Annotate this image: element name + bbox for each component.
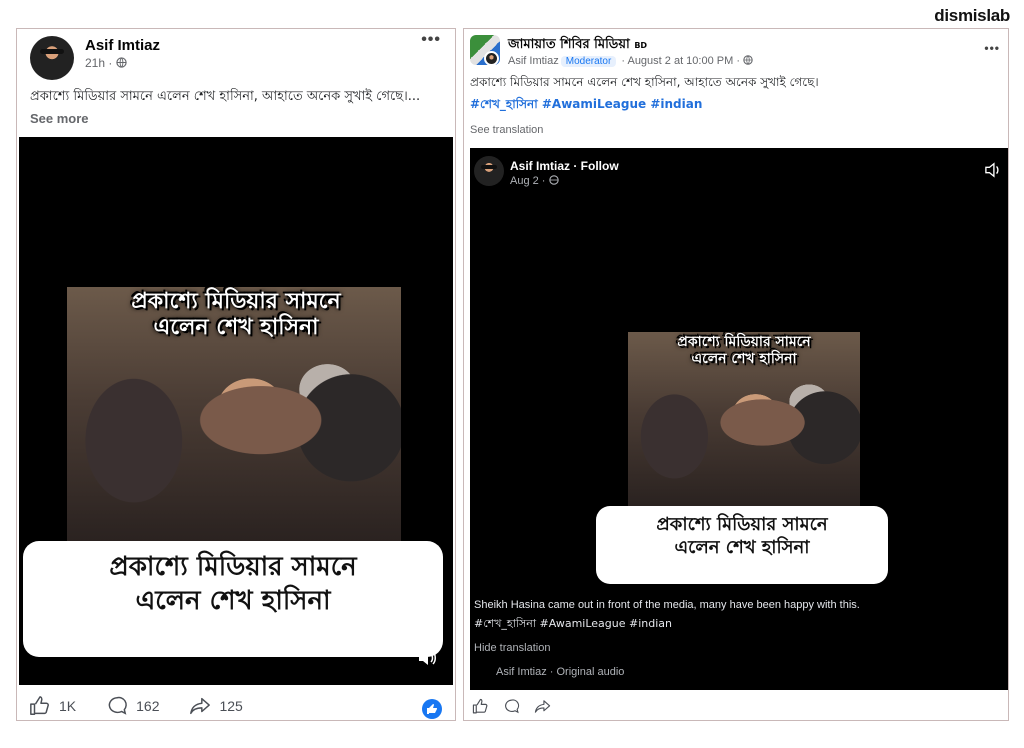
moderator-badge: Moderator — [560, 56, 617, 67]
video-title-line1: প্রকাশ্যে মিডিয়ার সামনে — [131, 289, 341, 314]
like-icon — [30, 696, 49, 715]
reel-time-text: Aug 2 · — [510, 175, 549, 187]
share-count: 125 — [219, 698, 243, 714]
group-suffix: BD — [634, 41, 648, 50]
group-name-text: জামায়াত শিবির মিডিয়া — [508, 37, 630, 52]
reel-title-line2: এলেন শেখ হাসিনা — [691, 350, 797, 367]
post-time[interactable]: 21h · — [85, 56, 116, 70]
video-title: প্রকাশ্যে মিডিয়ার সামনে এলেন শেখ হাসিনা — [19, 289, 453, 342]
comment-button[interactable]: 162 — [106, 695, 159, 717]
like-count: 1K — [59, 698, 77, 714]
video-player[interactable]: প্রকাশ্যে মিডিয়ার সামনে এলেন শেখ হাসিনা… — [19, 137, 453, 685]
reel-player[interactable]: Asif Imtiaz · Follow Aug 2 · প্রকাশ্যে ম… — [470, 148, 1008, 690]
comment-icon — [108, 696, 127, 715]
post-hashtags: #শেখ_হাসিনা #AwamiLeague #indian — [470, 95, 702, 113]
reel-caption: প্রকাশ্যে মিডিয়ার সামনে এলেন শেখ হাসিনা — [596, 506, 888, 584]
reel-caption-line2: এলেন শেখ হাসিনা — [674, 537, 810, 559]
globe-icon — [743, 55, 753, 65]
reaction-bar: 1K 162 125 — [29, 695, 273, 717]
hide-translation-link[interactable]: Hide translation — [474, 642, 550, 654]
post-time[interactable]: · August 2 at 10:00 PM · — [618, 55, 743, 67]
reel-author[interactable]: Asif Imtiaz · Follow — [510, 159, 619, 173]
post-meta: 21h · — [85, 56, 127, 70]
author-name[interactable]: Asif Imtiaz — [85, 37, 160, 54]
sound-icon[interactable] — [984, 162, 1002, 182]
author-avatar[interactable] — [30, 36, 74, 80]
translation-text: Sheikh Hasina came out in front of the m… — [474, 599, 860, 611]
like-icon — [472, 698, 488, 713]
globe-icon — [116, 57, 127, 68]
reel-author-avatar[interactable] — [474, 156, 504, 186]
post-caption: প্রকাশ্যে মিডিয়ার সামনে এলেন শেখ হাসিনা… — [30, 85, 440, 131]
video-caption: প্রকাশ্যে মিডিয়ার সামনে এলেন শেখ হাসিনা — [23, 541, 443, 657]
more-icon[interactable]: ••• — [984, 41, 1000, 55]
video-caption-line1: প্রকাশ্যে মিডিয়ার সামনে — [109, 552, 357, 582]
more-icon[interactable]: ••• — [421, 31, 441, 49]
share-icon — [190, 697, 211, 715]
share-button[interactable]: 125 — [189, 695, 243, 717]
translation-tags[interactable]: #শেখ_হাসিনা #AwamiLeague #indian — [474, 615, 672, 634]
comment-icon — [505, 698, 520, 713]
globe-icon — [548, 175, 559, 185]
right-post: জামায়াত শিবির মিডিয়া BD Asif Imtiaz Mod… — [463, 28, 1009, 721]
video-caption-line2: এলেন শেখ হাসিনা — [135, 585, 331, 616]
comment-count: 162 — [136, 698, 160, 714]
caption-text: প্রকাশ্যে মিডিয়ার সামনে এলেন শেখ হাসিনা… — [30, 89, 421, 104]
comment-button[interactable] — [503, 698, 520, 715]
share-button[interactable] — [534, 698, 551, 715]
reel-title: প্রকাশ্যে মিডিয়ার সামনে এলেন শেখ হাসিনা — [628, 334, 860, 368]
see-more-link[interactable]: See more — [30, 111, 89, 126]
brand-logo: dismislab — [934, 6, 1010, 25]
reel-caption-line1: প্রকাশ্যে মিডিয়ার সামনে — [656, 514, 828, 535]
sound-icon[interactable] — [417, 649, 437, 671]
post-caption: প্রকাশ্যে মিডিয়ার সামনে এলেন শেখ হাসিনা… — [470, 75, 819, 89]
video-title-line2: এলেন শেখ হাসিনা — [153, 315, 319, 341]
reel-title-line1: প্রকাশ্যে মিডিয়ার সামনে — [677, 334, 811, 350]
author-name[interactable]: Asif Imtiaz — [508, 55, 559, 67]
reel-time: Aug 2 · — [510, 175, 559, 187]
original-audio[interactable]: Asif Imtiaz · Original audio — [496, 666, 624, 678]
reaction-bar — [472, 697, 581, 715]
left-post: Asif Imtiaz 21h · ••• প্রকাশ্যে মিডিয়ার… — [16, 28, 456, 721]
share-icon — [534, 699, 551, 713]
see-translation-link[interactable]: See translation — [470, 124, 543, 136]
hashtag-links[interactable]: #শেখ_হাসিনা #AwamiLeague #indian — [470, 97, 702, 111]
like-badge-icon — [422, 699, 442, 719]
post-meta: Asif Imtiaz Moderator · August 2 at 10:00… — [508, 55, 753, 67]
group-name[interactable]: জামায়াত শিবির মিডিয়া BD — [508, 35, 647, 56]
author-mini-avatar[interactable] — [484, 51, 499, 66]
like-button[interactable] — [472, 698, 489, 715]
like-button[interactable]: 1K — [29, 695, 76, 717]
